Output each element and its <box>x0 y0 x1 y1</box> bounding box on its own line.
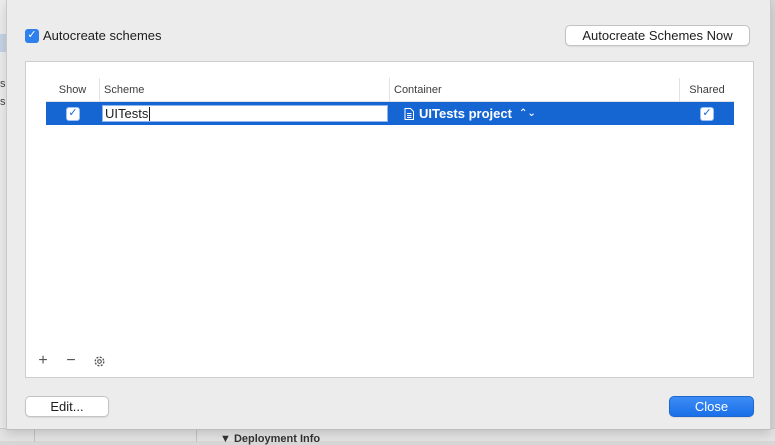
table-header: Show Scheme Container Shared <box>46 77 734 102</box>
checkmark-icon: ✓ <box>25 28 39 43</box>
gear-icon-glyph <box>93 355 105 367</box>
container-label: UITests project <box>419 106 512 121</box>
scheme-name-text: UITests <box>105 106 149 121</box>
close-button[interactable]: Close <box>669 396 754 417</box>
divider <box>34 429 35 442</box>
document-icon <box>404 107 414 120</box>
edit-button[interactable]: Edit... <box>25 396 109 417</box>
table-toolbar: + − <box>36 352 106 369</box>
background-section-label: ▼ Deployment Info <box>220 433 321 445</box>
column-header-container[interactable]: Container <box>390 77 680 102</box>
background-text-fragment: s <box>0 78 6 90</box>
show-cell: ✓ <box>46 102 100 125</box>
column-header-scheme[interactable]: Scheme <box>100 77 390 102</box>
shared-cell: ✓ <box>680 102 734 125</box>
up-down-arrows-icon: ⌃⌄ <box>518 108 536 119</box>
manage-schemes-sheet: ✓ Autocreate schemes Autocreate Schemes … <box>6 0 771 430</box>
minus-icon[interactable]: − <box>64 352 78 369</box>
schemes-table-panel: Show Scheme Container Shared ✓ UITests U… <box>25 61 754 378</box>
divider <box>196 429 197 442</box>
column-header-shared[interactable]: Shared <box>680 78 734 102</box>
autocreate-schemes-label: Autocreate schemes <box>43 28 162 43</box>
text-caret <box>149 106 151 121</box>
shared-checkbox[interactable]: ✓ <box>700 106 714 121</box>
autocreate-schemes-checkbox[interactable]: ✓ Autocreate schemes <box>25 28 162 43</box>
show-checkbox[interactable]: ✓ <box>66 106 80 121</box>
background-text-fragment: s <box>0 96 6 108</box>
deployment-info-label: Deployment Info <box>233 433 321 445</box>
autocreate-schemes-now-button[interactable]: Autocreate Schemes Now <box>565 25 750 46</box>
gear-icon[interactable] <box>92 353 106 369</box>
container-popup[interactable]: UITests project ⌃⌄ <box>390 102 680 125</box>
plus-icon[interactable]: + <box>36 352 50 369</box>
table-row[interactable]: ✓ UITests UITests project ⌃⌄ ✓ <box>46 102 734 125</box>
scheme-cell: UITests <box>100 102 390 125</box>
schemes-table: Show Scheme Container Shared ✓ UITests U… <box>46 77 734 125</box>
scheme-name-field[interactable]: UITests <box>102 105 388 122</box>
column-header-show[interactable]: Show <box>46 77 100 102</box>
